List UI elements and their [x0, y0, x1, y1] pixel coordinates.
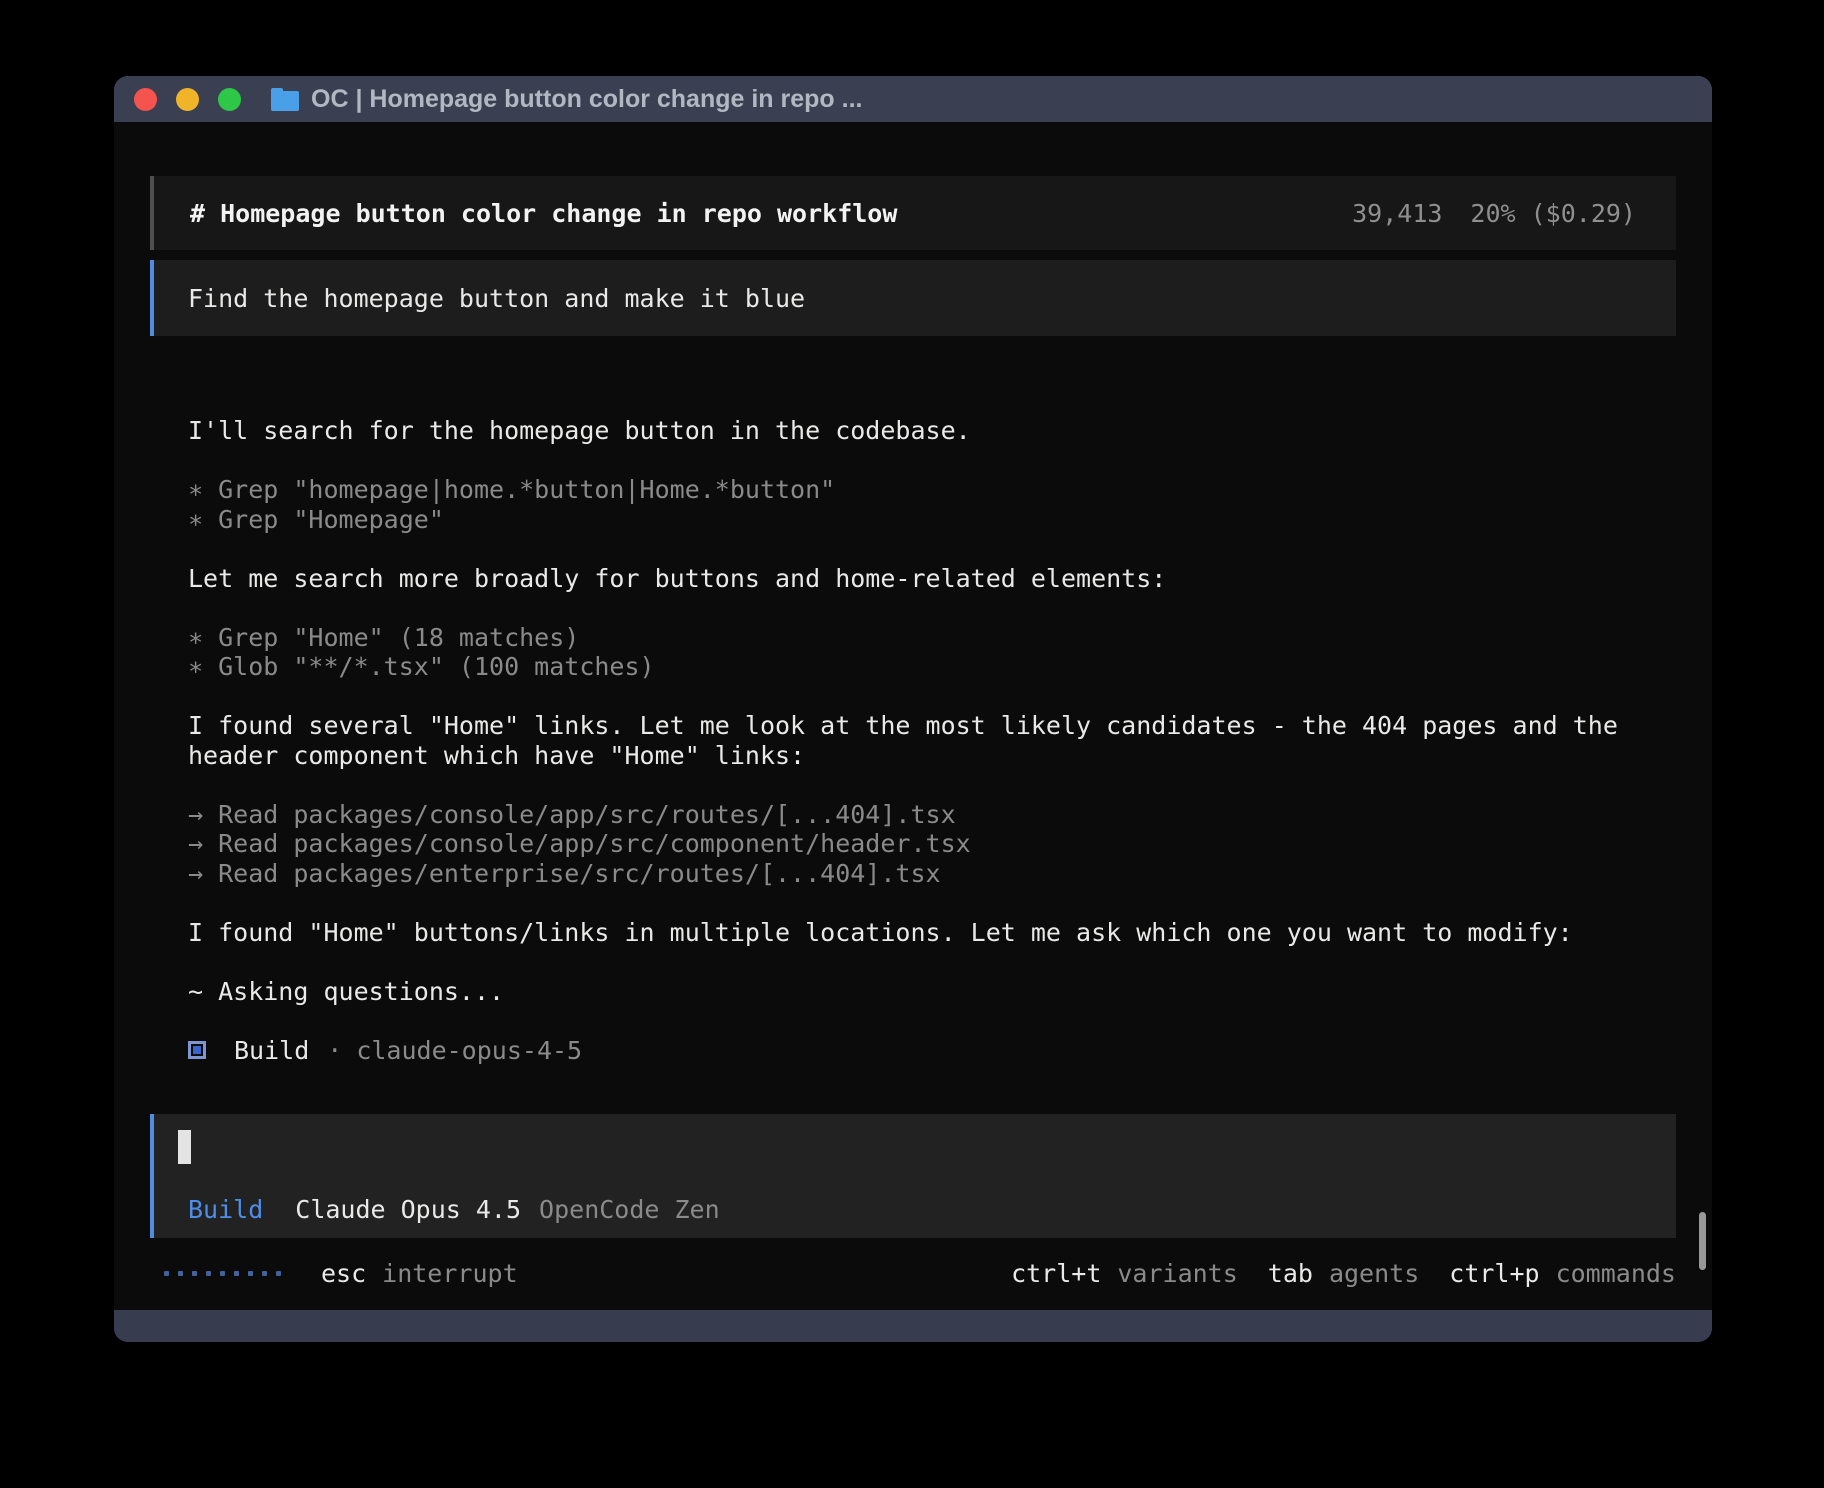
- transcript-blank-line: [188, 534, 1676, 564]
- variants-label: variants: [1117, 1259, 1237, 1288]
- ctrl-p-key-hint: ctrl+p: [1449, 1259, 1539, 1288]
- interrupt-label: interrupt: [382, 1259, 517, 1288]
- zoom-button[interactable]: [218, 88, 241, 111]
- transcript-line: ~ Asking questions...: [188, 977, 1676, 1007]
- status-bar: esc interrupt ctrl+t variants tab agents…: [114, 1258, 1712, 1288]
- text-cursor: [178, 1130, 191, 1164]
- model-id: claude-opus-4-5: [356, 1036, 582, 1066]
- transcript-line: ∗ Grep "Homepage": [188, 505, 1676, 535]
- transcript: I'll search for the homepage button in t…: [150, 416, 1676, 1065]
- status-bar-right: ctrl+t variants tab agents ctrl+p comman…: [1011, 1259, 1676, 1288]
- agent-name: Build: [234, 1036, 309, 1066]
- model-label[interactable]: Claude Opus 4.5: [295, 1195, 521, 1224]
- session-stats: 39,413 20% ($0.29): [1352, 199, 1636, 228]
- folder-icon: [271, 88, 299, 111]
- token-count: 39,413: [1352, 199, 1442, 228]
- transcript-blank-line: [188, 446, 1676, 476]
- session-header: # Homepage button color change in repo w…: [150, 176, 1676, 250]
- shortcut-agents: tab agents: [1268, 1259, 1419, 1288]
- activity-dot: [220, 1271, 225, 1276]
- transcript-line: ∗ Grep "Home" (18 matches): [188, 623, 1676, 653]
- activity-dot: [262, 1271, 267, 1276]
- titlebar[interactable]: OC | Homepage button color change in rep…: [114, 76, 1712, 122]
- agent-mode-label[interactable]: Build: [188, 1195, 263, 1224]
- activity-dot: [164, 1271, 169, 1276]
- transcript-blank-line: [188, 682, 1676, 712]
- transcript-line: ∗ Glob "**/*.tsx" (100 matches): [188, 652, 1676, 682]
- transcript-blank-line: [188, 1006, 1676, 1036]
- terminal-window: OC | Homepage button color change in rep…: [114, 76, 1712, 1342]
- ctrl-t-key-hint: ctrl+t: [1011, 1259, 1101, 1288]
- provider-label: OpenCode Zen: [539, 1195, 720, 1224]
- window-title: OC | Homepage button color change in rep…: [311, 85, 862, 114]
- activity-dots: [164, 1271, 281, 1276]
- session-title: # Homepage button color change in repo w…: [190, 199, 897, 228]
- window-title-wrap: OC | Homepage button color change in rep…: [271, 85, 862, 114]
- transcript-blank-line: [188, 770, 1676, 800]
- transcript-blank-line: [188, 947, 1676, 977]
- shortcut-variants: ctrl+t variants: [1011, 1259, 1238, 1288]
- shortcut-commands: ctrl+p commands: [1449, 1259, 1676, 1288]
- activity-dot: [276, 1271, 281, 1276]
- activity-dot: [192, 1271, 197, 1276]
- transcript-blank-line: [188, 593, 1676, 623]
- model-line: Build Claude Opus 4.5 OpenCode Zen: [188, 1197, 1676, 1222]
- transcript-line: I found "Home" buttons/links in multiple…: [188, 918, 1676, 948]
- transcript-line: ∗ Grep "homepage|home.*button|Home.*butt…: [188, 475, 1676, 505]
- context-usage: 20% ($0.29): [1470, 199, 1636, 228]
- tab-key-hint: tab: [1268, 1259, 1313, 1288]
- terminal-content: # Homepage button color change in repo w…: [114, 122, 1712, 1310]
- transcript-line: I'll search for the homepage button in t…: [188, 416, 1676, 446]
- prompt-input[interactable]: Build Claude Opus 4.5 OpenCode Zen: [150, 1114, 1676, 1238]
- esc-key-hint: esc: [321, 1259, 366, 1288]
- user-message: Find the homepage button and make it blu…: [150, 260, 1676, 336]
- activity-dot: [248, 1271, 253, 1276]
- agents-label: agents: [1329, 1259, 1419, 1288]
- activity-dot: [206, 1271, 211, 1276]
- activity-dot: [178, 1271, 183, 1276]
- activity-dot: [234, 1271, 239, 1276]
- scrollbar-thumb[interactable]: [1699, 1212, 1706, 1270]
- agent-status-line: Build · claude-opus-4-5: [188, 1036, 1676, 1066]
- transcript-line: → Read packages/console/app/src/componen…: [188, 829, 1676, 859]
- traffic-lights: [134, 88, 241, 111]
- transcript-line: → Read packages/enterprise/src/routes/[.…: [188, 859, 1676, 889]
- status-bar-left: esc interrupt: [150, 1259, 518, 1288]
- transcript-line: header component which have "Home" links…: [188, 741, 1676, 771]
- user-message-text: Find the homepage button and make it blu…: [188, 284, 805, 313]
- transcript-line: → Read packages/console/app/src/routes/[…: [188, 800, 1676, 830]
- transcript-line: I found several "Home" links. Let me loo…: [188, 711, 1676, 741]
- close-button[interactable]: [134, 88, 157, 111]
- minimize-button[interactable]: [176, 88, 199, 111]
- agent-icon: [188, 1041, 206, 1059]
- commands-label: commands: [1556, 1259, 1676, 1288]
- separator-dot: ·: [327, 1036, 342, 1066]
- transcript-line: Let me search more broadly for buttons a…: [188, 564, 1676, 594]
- transcript-blank-line: [188, 888, 1676, 918]
- window-bottom-chrome: [114, 1310, 1712, 1342]
